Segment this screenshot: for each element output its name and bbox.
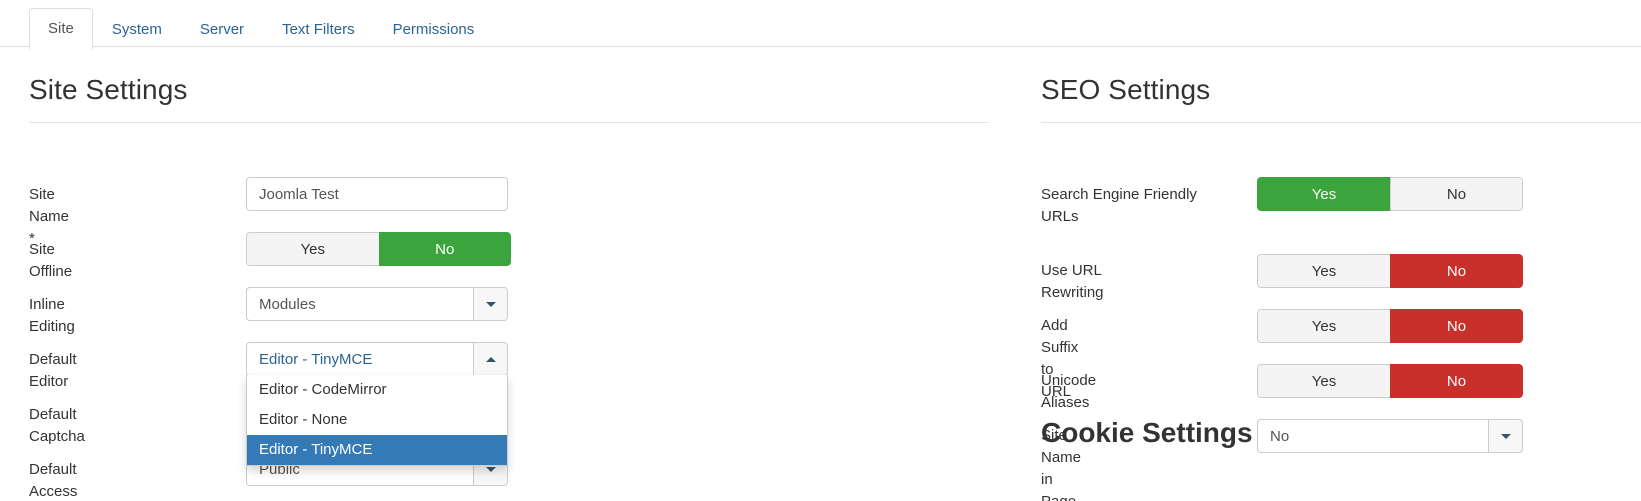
seo-settings-column: SEO Settings Search Engine Friendly URLs… (1041, 47, 1641, 501)
default-editor-option-none[interactable]: Editor - None (247, 405, 507, 435)
tab-text-filters[interactable]: Text Filters (263, 9, 374, 50)
url-rewriting-toggle: Yes No (1257, 254, 1523, 288)
sef-urls-yes-button[interactable]: Yes (1257, 177, 1390, 211)
site-offline-no-button[interactable]: No (378, 232, 511, 266)
tab-system[interactable]: System (93, 9, 181, 50)
tab-server[interactable]: Server (181, 9, 263, 50)
unicode-aliases-label: Unicode Aliases (1041, 372, 1097, 411)
site-settings-divider (29, 122, 989, 123)
default-editor-dropdown-button[interactable] (473, 342, 508, 376)
seo-settings-divider (1041, 122, 1641, 123)
inline-editing-dropdown-button[interactable] (473, 287, 508, 321)
chevron-down-icon (485, 466, 496, 472)
site-name-input[interactable] (246, 177, 508, 211)
site-name-in-page-titles-dropdown-button[interactable] (1488, 419, 1523, 453)
site-offline-toggle: Yes No (246, 232, 511, 266)
default-editor-combobox-head[interactable]: Editor - TinyMCE (246, 342, 508, 376)
default-editor-value: Editor - TinyMCE (246, 342, 473, 376)
cookie-settings-heading: Cookie Settings (1041, 417, 1253, 449)
site-settings-column: Site Settings Site Name * Site Offline Y… (29, 47, 989, 500)
inline-editing-label: Inline Editing (29, 296, 75, 335)
default-editor-label: Default Editor (29, 351, 77, 390)
chevron-down-icon (485, 301, 496, 307)
url-rewriting-label: Use URL Rewriting (1041, 262, 1104, 301)
settings-page: Site System Server Text Filters Permissi… (0, 0, 1641, 501)
tab-permissions[interactable]: Permissions (374, 9, 494, 50)
url-rewriting-no-button[interactable]: No (1390, 254, 1523, 288)
site-name-in-page-titles-value: No (1257, 419, 1488, 453)
sef-urls-toggle: Yes No (1257, 177, 1523, 211)
default-editor-option-codemirror[interactable]: Editor - CodeMirror (247, 375, 507, 405)
default-captcha-label: Default Captcha (29, 406, 85, 445)
default-editor-option-tinymce[interactable]: Editor - TinyMCE (247, 435, 507, 465)
unicode-aliases-yes-button[interactable]: Yes (1257, 364, 1390, 398)
inline-editing-value: Modules (246, 287, 473, 321)
sef-urls-no-button[interactable]: No (1390, 177, 1523, 211)
site-offline-label: Site Offline (29, 241, 73, 280)
add-suffix-no-button[interactable]: No (1390, 309, 1523, 343)
seo-settings-heading: SEO Settings (1041, 74, 1211, 105)
sef-urls-label: Search Engine Friendly URLs (1041, 186, 1197, 225)
unicode-aliases-no-button[interactable]: No (1390, 364, 1523, 398)
default-editor-option-list: Editor - CodeMirror Editor - None Editor… (246, 375, 508, 466)
default-access-level-label: Default Access Level (29, 461, 78, 500)
site-offline-yes-button[interactable]: Yes (246, 232, 379, 266)
chevron-down-icon (1500, 433, 1511, 439)
inline-editing-select[interactable]: Modules (246, 287, 508, 321)
add-suffix-toggle: Yes No (1257, 309, 1523, 343)
tab-site[interactable]: Site (29, 8, 93, 50)
add-suffix-yes-button[interactable]: Yes (1257, 309, 1390, 343)
chevron-up-icon (485, 356, 496, 362)
default-editor-combobox[interactable]: Editor - TinyMCE Editor - CodeMirror Edi… (246, 342, 508, 467)
site-name-in-page-titles-select[interactable]: No (1257, 419, 1523, 453)
site-settings-heading: Site Settings (29, 74, 188, 105)
url-rewriting-yes-button[interactable]: Yes (1257, 254, 1390, 288)
unicode-aliases-toggle: Yes No (1257, 364, 1523, 398)
tab-list: Site System Server Text Filters Permissi… (29, 7, 494, 50)
tab-bar: Site System Server Text Filters Permissi… (0, 0, 1641, 50)
